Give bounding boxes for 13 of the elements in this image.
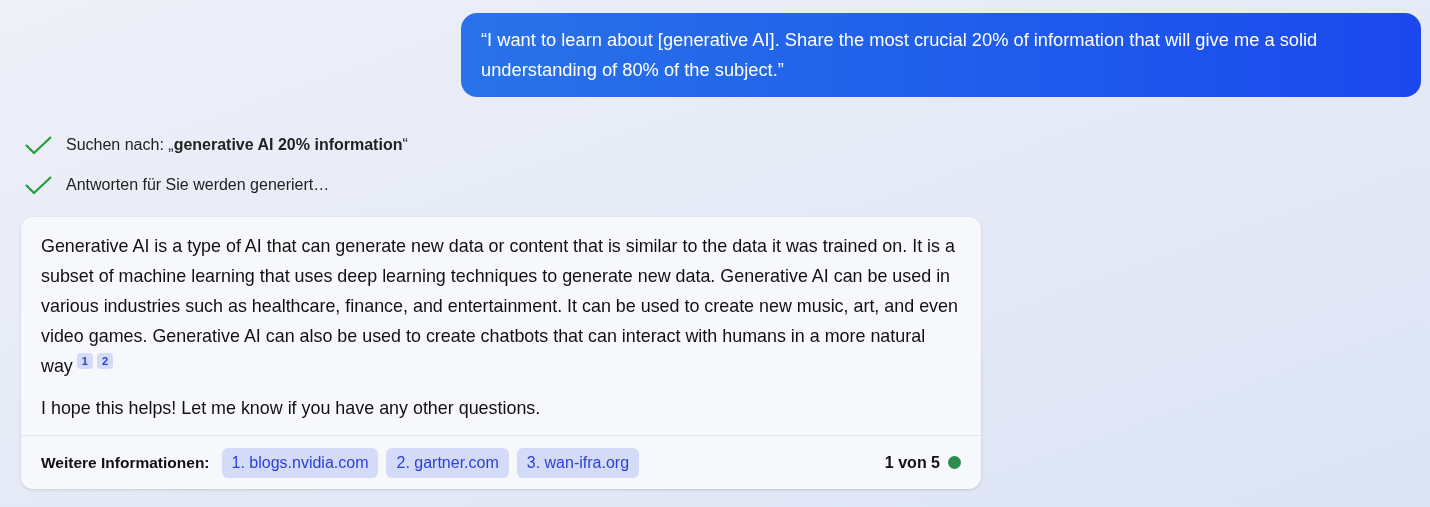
sources-label: Weitere Informationen: (41, 452, 210, 473)
page-counter: 1 von 5 (884, 452, 940, 473)
answer-paragraph: Generative AI is a type of AI that can generate new data or content that is similar to the data it was trained on. It is a subset of machine learning that uses deep learning techniques to generate new data. Generative AI can be used in various industries such as healthcare, finance, and entertainment. It can be used to create new music, art, and even video games. Generative AI can also be used to create chatbots that can interact with humans in a more natural way 1 2 (41, 235, 959, 378)
citation-link[interactable]: 2 (96, 353, 114, 369)
status-text: Suchen nach: „generative AI 20% information“ (66, 135, 408, 155)
status-text: Antworten für Sie werden generiert… (66, 175, 330, 195)
user-message-bubble: “I want to learn about [generative AI]. Share the most crucial 20% of information that will give me a solid understanding of 80% of the subject.” (461, 13, 1421, 97)
citation-link[interactable]: 1 (76, 353, 93, 369)
source-link[interactable]: 2. gartner.com (386, 447, 509, 478)
answer-paragraph: I hope this helps! Let me know if you have any other questions. (41, 397, 542, 420)
source-link[interactable]: 3. wan-ifra.org (516, 447, 640, 478)
source-link[interactable]: 1. blogs.nvidia.com (221, 447, 379, 478)
status-dot-icon (948, 456, 961, 469)
